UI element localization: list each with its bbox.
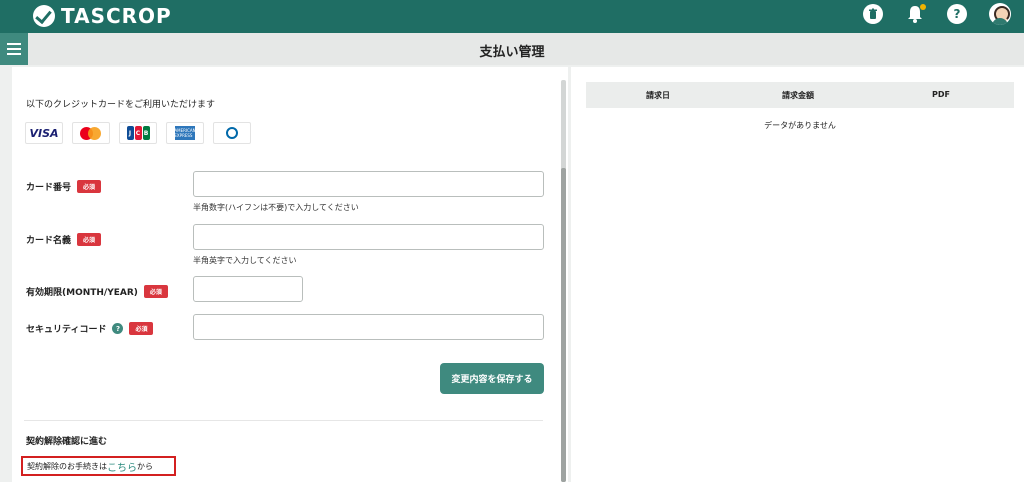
scrollbar-thumb[interactable] xyxy=(561,168,566,482)
cancellation-heading: 契約解除確認に進む xyxy=(26,437,108,447)
cancellation-text-prefix: 契約解除のお手続きは xyxy=(27,461,107,471)
column-billing-amount: 請求金額 xyxy=(782,91,814,100)
billing-empty-message: データがありません xyxy=(764,121,836,130)
card-name-hint: 半角英字で入力してください xyxy=(193,256,297,265)
visa-label: VISA xyxy=(29,126,59,140)
security-help-icon[interactable]: ? xyxy=(112,323,124,334)
security-code-label: セキュリティコード ? 必須 xyxy=(26,322,154,335)
section-divider xyxy=(24,420,543,421)
logo-check-icon xyxy=(33,5,55,27)
card-number-hint: 半角数字(ハイフンは不要)で入力してください xyxy=(193,203,359,212)
security-code-input[interactable] xyxy=(193,314,544,340)
column-pdf: PDF xyxy=(932,90,950,99)
card-intro-text: 以下のクレジットカードをご利用いただけます xyxy=(26,100,216,110)
jcb-icon: J C B xyxy=(119,122,157,144)
security-code-label-text: セキュリティコード xyxy=(26,325,107,335)
cancellation-text-suffix: から xyxy=(137,461,153,471)
app-logo[interactable]: TASCROP xyxy=(33,4,172,28)
trash-icon[interactable] xyxy=(863,4,883,24)
column-billing-date: 請求日 xyxy=(646,91,670,100)
card-brand-list: VISA J C B AMERICAN EXPRESS xyxy=(25,122,251,144)
amex-label: AMERICAN EXPRESS xyxy=(174,126,196,140)
mastercard-icon xyxy=(72,122,110,144)
cancellation-link[interactable]: こちら xyxy=(107,459,137,474)
card-name-input[interactable] xyxy=(193,224,544,250)
hamburger-line xyxy=(7,48,21,50)
card-name-label: カード名義 必須 xyxy=(26,233,102,246)
hamburger-line xyxy=(7,53,21,55)
form-scrollbar[interactable] xyxy=(561,80,566,482)
amex-icon: AMERICAN EXPRESS xyxy=(166,122,204,144)
bell-icon[interactable] xyxy=(905,4,926,24)
expiry-label-text: 有効期限(MONTH/YEAR) xyxy=(26,288,138,298)
card-number-label: カード番号 必須 xyxy=(26,180,102,193)
top-icons: ? xyxy=(863,3,1011,25)
diners-icon xyxy=(213,122,251,144)
page-title: 支払い管理 xyxy=(479,45,545,60)
card-number-label-text: カード番号 xyxy=(26,183,72,193)
hamburger-menu-button[interactable] xyxy=(0,33,28,65)
card-number-input[interactable] xyxy=(193,171,544,197)
logo-text: TASCROP xyxy=(61,4,172,28)
save-changes-button[interactable]: 変更内容を保存する xyxy=(440,363,544,394)
expiry-input[interactable] xyxy=(193,276,303,302)
required-badge: 必須 xyxy=(77,180,102,193)
required-badge: 必須 xyxy=(143,285,168,298)
notification-dot xyxy=(920,4,926,10)
cancellation-notice: 契約解除のお手続きは こちら から xyxy=(21,456,176,476)
top-bar: TASCROP ? xyxy=(0,0,1024,33)
required-badge: 必須 xyxy=(129,322,154,335)
card-name-label-text: カード名義 xyxy=(26,236,72,246)
visa-icon: VISA xyxy=(25,122,63,144)
hamburger-line xyxy=(7,43,21,45)
required-badge: 必須 xyxy=(77,233,102,246)
expiry-label: 有効期限(MONTH/YEAR) 必須 xyxy=(26,285,168,298)
user-avatar[interactable] xyxy=(989,3,1011,25)
page-header: 支払い管理 xyxy=(0,33,1024,65)
billing-table-header: 請求日 請求金額 PDF xyxy=(586,82,1014,108)
help-icon[interactable]: ? xyxy=(947,4,967,24)
